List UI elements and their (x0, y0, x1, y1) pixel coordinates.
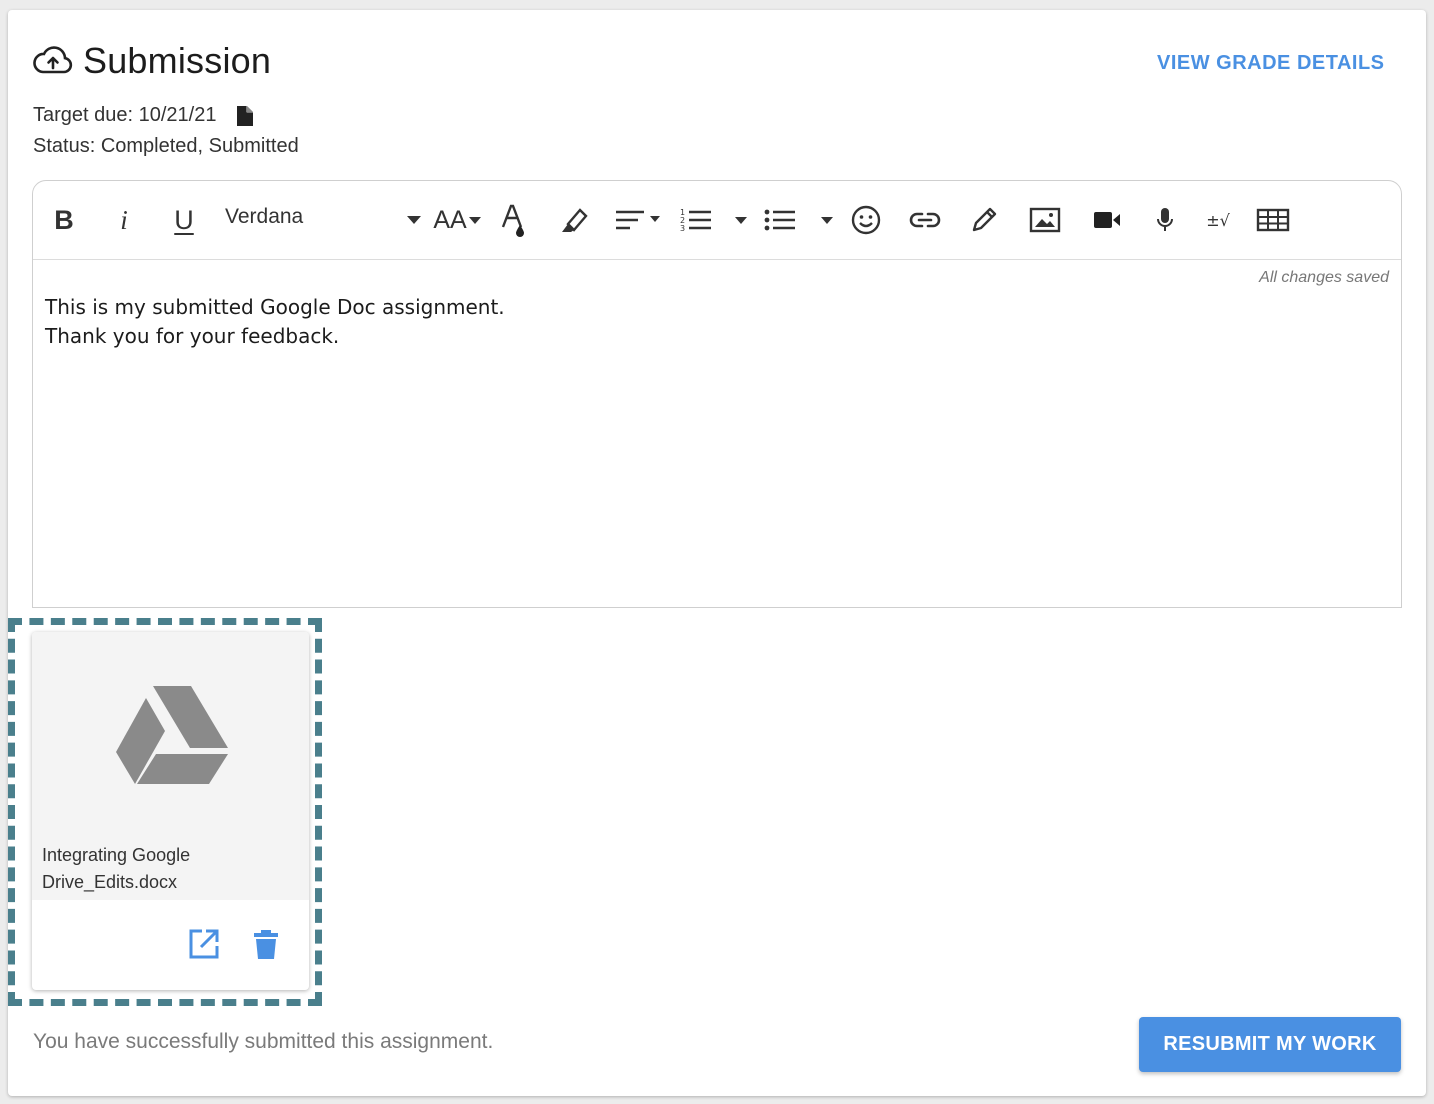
attachment-card[interactable]: Integrating Google Drive_Edits.docx (32, 632, 309, 990)
math-icon[interactable]: ±√ (1203, 201, 1233, 239)
attachment-file-name: Integrating Google Drive_Edits.docx (42, 845, 191, 892)
italic-button[interactable]: i (113, 201, 135, 239)
resubmit-button[interactable]: RESUBMIT MY WORK (1139, 1017, 1401, 1072)
bulleted-list-icon[interactable] (763, 201, 797, 239)
title-row: Submission (33, 40, 271, 82)
pencil-icon[interactable] (967, 201, 1001, 239)
page-title: Submission (83, 40, 272, 81)
target-due-text: Target due: 10/21/21 (33, 104, 217, 126)
numbered-list-dropdown[interactable] (733, 201, 749, 239)
table-icon[interactable] (1255, 201, 1291, 239)
font-size-button[interactable]: AA (431, 201, 483, 239)
delete-button[interactable] (253, 928, 279, 965)
open-external-icon (189, 929, 219, 959)
editor-line: Thank you for your feedback. (45, 324, 340, 348)
image-icon[interactable] (1027, 201, 1063, 239)
rich-text-editor[interactable]: B i U Verdana AA 123 ±√ All changes save… (32, 180, 1402, 608)
success-message: You have successfully submitted this ass… (33, 1030, 494, 1053)
editor-line: This is my submitted Google Doc assignme… (45, 295, 505, 319)
font-dropdown-arrow[interactable] (405, 201, 423, 239)
google-drive-icon (116, 686, 228, 784)
svg-text:3: 3 (680, 224, 685, 233)
view-grade-details-link[interactable]: VIEW GRADE DETAILS (1157, 52, 1385, 75)
text-color-icon[interactable] (499, 201, 529, 239)
save-status: All changes saved (1259, 269, 1389, 286)
open-external-button[interactable] (188, 928, 220, 965)
font-family-select[interactable]: Verdana (225, 205, 303, 229)
editor-toolbar: B i U Verdana AA 123 ±√ (33, 181, 1401, 260)
cloud-upload-icon (33, 46, 73, 74)
status-text: Status: Completed, Submitted (33, 135, 299, 157)
editor-content[interactable]: This is my submitted Google Doc assignme… (45, 293, 505, 351)
font-size-icon: AA (433, 205, 467, 234)
underline-button[interactable]: U (169, 201, 199, 239)
target-due-row: Target due: 10/21/21 (33, 104, 254, 127)
bulleted-list-dropdown[interactable] (819, 201, 835, 239)
link-icon[interactable] (907, 201, 943, 239)
bold-button[interactable]: B (51, 201, 77, 239)
numbered-list-icon[interactable]: 123 (679, 201, 713, 239)
emoji-icon[interactable] (849, 201, 883, 239)
highlight-icon[interactable] (557, 201, 591, 239)
document-icon[interactable] (236, 105, 254, 127)
trash-icon (254, 930, 278, 959)
microphone-icon[interactable] (1153, 201, 1177, 239)
video-icon[interactable] (1091, 201, 1123, 239)
attachment-preview: Integrating Google Drive_Edits.docx (32, 632, 309, 900)
align-icon[interactable] (613, 201, 663, 239)
